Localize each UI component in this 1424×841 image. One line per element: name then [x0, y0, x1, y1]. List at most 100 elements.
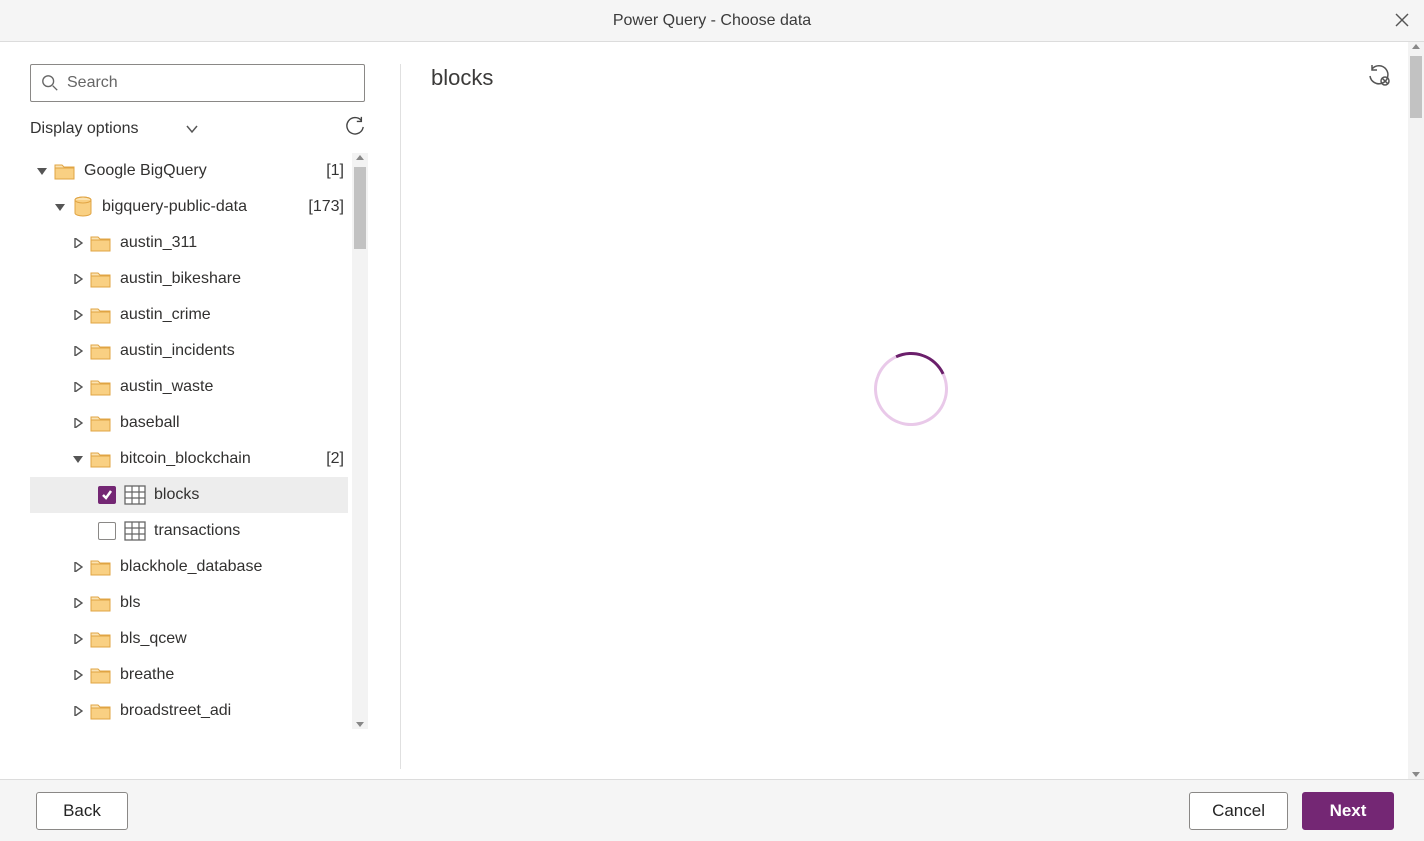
- tree-node-label: bls_qcew: [120, 630, 348, 648]
- folder-icon: [90, 592, 112, 614]
- preview-body: [431, 91, 1390, 769]
- cancel-button[interactable]: Cancel: [1189, 792, 1288, 830]
- tree-node-label: bitcoin_blockchain: [120, 450, 320, 468]
- tree-node-dataset[interactable]: baseball: [30, 405, 348, 441]
- tree-node-label: austin_waste: [120, 378, 348, 396]
- tree-node-dataset[interactable]: austin_waste: [30, 369, 348, 405]
- folder-icon: [90, 304, 112, 326]
- twisty-collapsed-icon[interactable]: [72, 669, 84, 681]
- folder-icon: [90, 412, 112, 434]
- cancel-button-label: Cancel: [1212, 801, 1265, 821]
- preview-panel: blocks: [401, 42, 1424, 779]
- tree-node-dataset[interactable]: breathe: [30, 657, 348, 693]
- tree-node-dataset[interactable]: austin_bikeshare: [30, 261, 348, 297]
- close-icon: [1395, 13, 1409, 27]
- folder-icon: [90, 700, 112, 722]
- tree-node-count: [2]: [326, 450, 344, 468]
- search-icon: [41, 74, 59, 92]
- spinner-icon: [863, 342, 958, 437]
- next-button[interactable]: Next: [1302, 792, 1394, 830]
- preview-scrollbar[interactable]: [1408, 42, 1424, 779]
- tree-node-root[interactable]: Google BigQuery [1]: [30, 153, 348, 189]
- loading-spinner: [874, 352, 948, 426]
- tree-node-dataset[interactable]: broadstreet_adi: [30, 693, 348, 729]
- twisty-collapsed-icon[interactable]: [72, 633, 84, 645]
- tree-node-project[interactable]: bigquery-public-data [173]: [30, 189, 348, 225]
- tree-node-dataset[interactable]: austin_crime: [30, 297, 348, 333]
- folder-icon: [90, 268, 112, 290]
- tree-node-table-selected[interactable]: blocks: [30, 477, 348, 513]
- search-input[interactable]: [67, 74, 354, 92]
- tree-node-dataset[interactable]: bls: [30, 585, 348, 621]
- close-button[interactable]: [1390, 8, 1414, 32]
- tree-node-dataset-open[interactable]: bitcoin_blockchain [2]: [30, 441, 348, 477]
- tree-node-label: Google BigQuery: [84, 162, 320, 180]
- preview-title: blocks: [431, 65, 493, 91]
- preview-header: blocks: [431, 64, 1390, 91]
- twisty-collapsed-icon[interactable]: [72, 417, 84, 429]
- navigator-panel: Display options Google BigQuery [1] bigq: [0, 42, 400, 779]
- checkbox-unchecked[interactable]: [98, 522, 116, 540]
- title-bar: Power Query - Choose data: [0, 0, 1424, 42]
- folder-icon: [90, 232, 112, 254]
- tree-scrollbar[interactable]: [352, 153, 368, 729]
- back-button[interactable]: Back: [36, 792, 128, 830]
- tree-node-dataset[interactable]: blackhole_database: [30, 549, 348, 585]
- next-button-label: Next: [1330, 801, 1367, 821]
- back-button-label: Back: [63, 801, 101, 821]
- folder-icon: [90, 448, 112, 470]
- twisty-collapsed-icon[interactable]: [72, 597, 84, 609]
- search-box[interactable]: [30, 64, 365, 102]
- twisty-collapsed-icon[interactable]: [72, 345, 84, 357]
- tree-node-label: bigquery-public-data: [102, 198, 302, 216]
- table-icon: [124, 484, 146, 506]
- tree-node-label: transactions: [154, 522, 348, 540]
- scroll-up-icon[interactable]: [1411, 42, 1421, 52]
- twisty-collapsed-icon[interactable]: [72, 273, 84, 285]
- tree-node-label: blocks: [154, 486, 348, 504]
- tree-node-label: baseball: [120, 414, 348, 432]
- tree-node-dataset[interactable]: bls_qcew: [30, 621, 348, 657]
- scroll-down-icon[interactable]: [355, 719, 365, 729]
- display-options-row: Display options: [30, 116, 365, 141]
- folder-icon: [90, 556, 112, 578]
- twisty-expanded-icon[interactable]: [36, 165, 48, 177]
- window-title: Power Query - Choose data: [613, 12, 811, 30]
- refresh-preview-button[interactable]: [1368, 64, 1390, 91]
- tree-node-label: austin_incidents: [120, 342, 348, 360]
- tree-node-label: bls: [120, 594, 348, 612]
- tree-node-dataset[interactable]: austin_incidents: [30, 333, 348, 369]
- tree-node-label: breathe: [120, 666, 348, 684]
- tree-node-label: austin_crime: [120, 306, 348, 324]
- twisty-collapsed-icon[interactable]: [72, 309, 84, 321]
- dialog-footer: Back Cancel Next: [0, 779, 1424, 841]
- twisty-expanded-icon[interactable]: [72, 453, 84, 465]
- tree-container: Google BigQuery [1] bigquery-public-data…: [30, 153, 368, 729]
- navigator-tree[interactable]: Google BigQuery [1] bigquery-public-data…: [30, 153, 348, 729]
- scrollbar-thumb[interactable]: [1410, 56, 1422, 118]
- refresh-tree-button[interactable]: [345, 116, 365, 141]
- folder-icon: [90, 340, 112, 362]
- twisty-collapsed-icon[interactable]: [72, 381, 84, 393]
- twisty-collapsed-icon[interactable]: [72, 237, 84, 249]
- folder-icon: [54, 160, 76, 182]
- checkbox-checked[interactable]: [98, 486, 116, 504]
- twisty-collapsed-icon[interactable]: [72, 705, 84, 717]
- tree-node-label: austin_bikeshare: [120, 270, 348, 288]
- dialog-body: Display options Google BigQuery [1] bigq: [0, 42, 1424, 779]
- tree-node-label: broadstreet_adi: [120, 702, 348, 720]
- chevron-down-icon[interactable]: [185, 122, 199, 136]
- scroll-down-icon[interactable]: [1411, 769, 1421, 779]
- twisty-expanded-icon[interactable]: [54, 201, 66, 213]
- tree-node-count: [1]: [326, 162, 344, 180]
- tree-node-label: blackhole_database: [120, 558, 348, 576]
- twisty-collapsed-icon[interactable]: [72, 561, 84, 573]
- folder-icon: [90, 376, 112, 398]
- scroll-up-icon[interactable]: [355, 153, 365, 163]
- folder-icon: [90, 664, 112, 686]
- scrollbar-thumb[interactable]: [354, 167, 366, 249]
- tree-node-table[interactable]: transactions: [30, 513, 348, 549]
- tree-node-dataset[interactable]: austin_311: [30, 225, 348, 261]
- table-icon: [124, 520, 146, 542]
- display-options-button[interactable]: Display options: [30, 120, 177, 138]
